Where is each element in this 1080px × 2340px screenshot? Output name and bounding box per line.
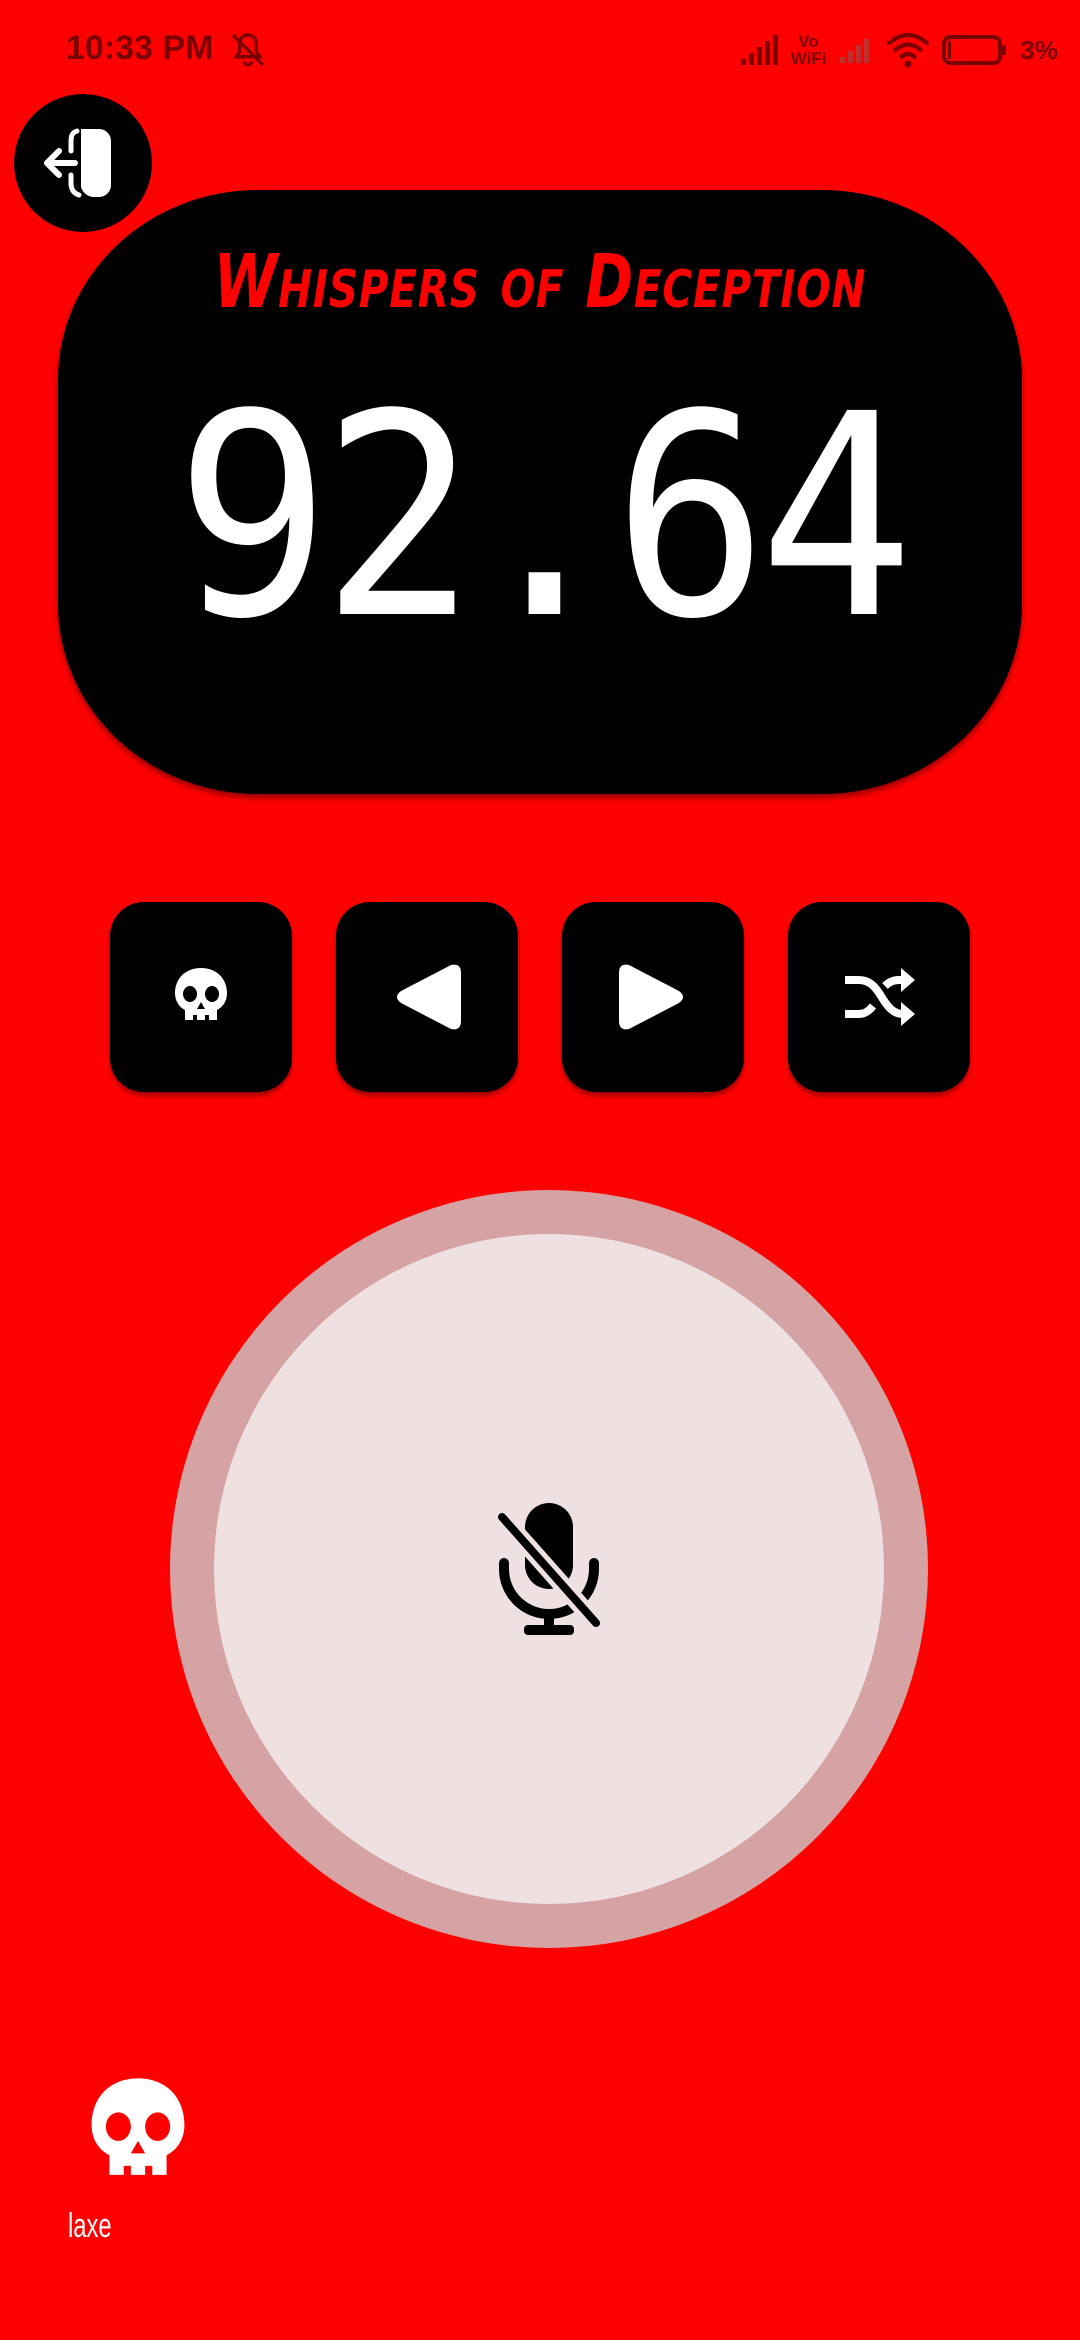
dnd-off-icon	[231, 33, 265, 67]
push-to-talk-button[interactable]	[170, 1190, 928, 1948]
mic-off-icon	[494, 1503, 604, 1635]
push-to-talk-inner[interactable]	[214, 1234, 884, 1904]
status-bar: 10:33 PM Vo WiFi 3%	[0, 0, 1080, 100]
battery-icon	[942, 35, 1007, 65]
user-skull-icon	[91, 2078, 185, 2175]
vowifi-label-bottom: WiFi	[790, 49, 827, 68]
status-icons: Vo WiFi 3%	[739, 26, 1058, 74]
previous-button[interactable]	[336, 902, 518, 1092]
exit-door-icon	[44, 128, 111, 198]
triangle-right-icon	[619, 964, 683, 1030]
next-button[interactable]	[562, 902, 744, 1092]
frequency-display: Whispers of Deception 92.64	[58, 190, 1022, 794]
skull-icon	[175, 968, 227, 1020]
shuffle-icon	[845, 968, 915, 1026]
status-time: 10:33 PM	[66, 29, 214, 67]
channel-title: Whispers of Deception	[213, 239, 867, 325]
signal-icon	[740, 35, 778, 65]
control-buttons	[110, 902, 970, 1092]
signal-weak-icon	[840, 39, 870, 63]
exit-button[interactable]	[14, 94, 152, 232]
skull-button[interactable]	[110, 902, 292, 1092]
user-name: laxe	[68, 2207, 112, 2245]
vowifi-icon: Vo WiFi	[791, 33, 827, 67]
triangle-left-icon	[397, 964, 461, 1030]
wifi-icon	[887, 33, 930, 68]
battery-percent: 3%	[1020, 34, 1058, 65]
shuffle-button[interactable]	[788, 902, 970, 1092]
frequency-value: 92.64	[175, 355, 914, 681]
vowifi-label-top: Vo	[798, 32, 819, 51]
